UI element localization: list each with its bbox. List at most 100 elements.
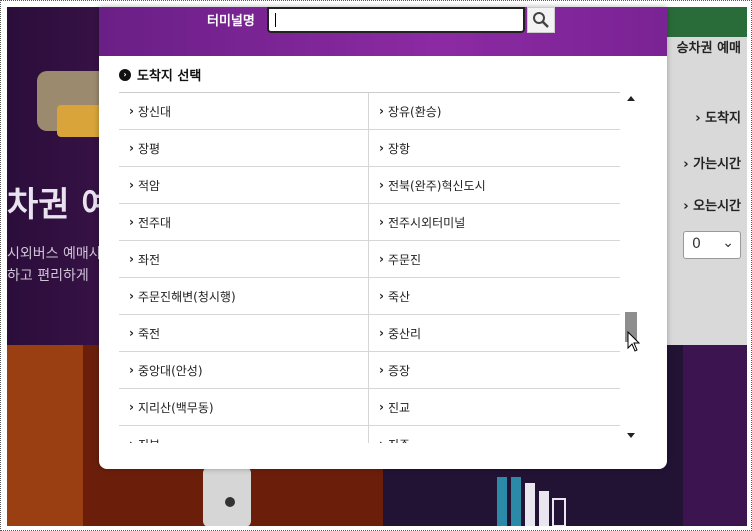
tab-return-time-label: 오는시간 [693,199,741,214]
destination-item[interactable]: › 죽전 [119,315,369,351]
chevron-right-icon: › [379,104,384,118]
destination-modal: 터미널명 › 도착지 선택 › 장신대 › 장유(환승) › 장평 › 장항 ›… [99,7,667,469]
chevron-right-icon: › [379,178,384,192]
destination-item[interactable]: › 장신대 [119,93,369,129]
section-title-text: 도착지 선택 [137,69,202,84]
destination-item[interactable]: › 죽산 [369,278,619,314]
scroll-down-arrow-icon[interactable] [627,433,635,438]
section-title: › 도착지 선택 [119,65,201,84]
search-label: 터미널명 [207,14,255,29]
chevron-right-icon: › [129,289,134,303]
destination-item[interactable]: › 장평 [119,130,369,166]
destination-item[interactable]: › 전주대 [119,204,369,240]
destination-label: 죽산 [387,289,411,304]
destination-label: 좌전 [137,252,161,267]
destination-item[interactable]: › 진주 [369,426,619,443]
chevron-right-icon: › [379,437,384,443]
destination-label: 주문진 [387,252,422,267]
destination-label: 전북(완주)혁신도시 [387,178,486,193]
destination-item[interactable]: › 장항 [369,130,619,166]
chevron-right-icon: › [129,363,134,377]
list-scrollbar[interactable] [623,92,639,442]
destination-item[interactable]: › 전북(완주)혁신도시 [369,167,619,203]
list-row: › 죽전 › 중산리 [119,315,620,352]
destination-label: 진교 [387,400,411,415]
destination-item[interactable]: › 진부 [119,426,369,443]
destination-label: 진부 [138,436,160,444]
destination-label: 장항 [387,141,411,156]
tab-depart-time-label: 가는시간 [693,157,741,172]
scroll-up-arrow-icon[interactable] [627,96,635,101]
text-caret [275,13,276,27]
chevron-right-icon: › [129,400,134,414]
list-row: › 지리산(백무동) › 진교 [119,389,620,426]
destination-label: 죽전 [137,326,161,341]
destination-item[interactable]: › 장유(환승) [369,93,619,129]
hero-subtitle-1: 시외버스 예매사 [7,246,102,262]
destination-label: 증장 [387,363,411,378]
chevron-right-icon: › [129,215,134,229]
modal-header: 터미널명 [99,7,667,56]
tab-return-time[interactable]: › 오는시간 [667,195,747,214]
list-row: › 장신대 › 장유(환승) [119,93,620,130]
search-button[interactable] [527,7,555,33]
destination-label: 전주시외터미널 [387,215,466,230]
chevron-right-icon: › [683,199,694,214]
destination-item[interactable]: › 전주시외터미널 [369,204,619,240]
terminal-search-input[interactable] [267,7,525,33]
tab-destination-label: 도착지 [705,111,741,126]
destination-label: 진주 [388,436,410,444]
chevron-right-icon: › [683,157,694,172]
chevron-right-icon: › [379,289,384,303]
passenger-count-select[interactable]: 0 ⌄ [683,231,741,259]
chevron-down-icon: ⌄ [722,235,734,251]
destination-item[interactable]: › 중앙대(안성) [119,352,369,388]
destination-label: 주문진해변(청시행) [137,289,236,304]
building-icon [497,477,566,526]
list-row: › 좌전 › 주문진 [119,241,620,278]
chevron-right-icon: › [129,141,134,155]
destination-item[interactable]: › 주문진 [369,241,619,277]
chevron-right-icon: › [129,437,134,443]
tab-destination[interactable]: › 도착지 [667,107,747,126]
chevron-right-icon: › [379,326,384,340]
list-row: › 진부 › 진주 [119,426,620,443]
chevron-right-icon: › [129,178,134,192]
destination-item[interactable]: › 중산리 [369,315,619,351]
banner-right [683,345,747,526]
destination-item[interactable]: › 적암 [119,167,369,203]
chevron-right-icon: › [695,111,706,126]
destination-item[interactable]: › 지리산(백무동) [119,389,369,425]
destination-item[interactable]: › 진교 [369,389,619,425]
destination-label: 장신대 [137,104,172,119]
tab-depart-time[interactable]: › 가는시간 [667,153,747,172]
banner-left [7,345,83,526]
destination-item[interactable]: › 좌전 [119,241,369,277]
destination-list[interactable]: › 장신대 › 장유(환승) › 장평 › 장항 › 적암 › 전북(완주)혁신도시 › 전주… [119,92,620,443]
destination-item[interactable]: › 증장 [369,352,619,388]
chevron-right-icon: › [129,326,134,340]
destination-label: 지리산(백무동) [137,400,214,415]
chevron-circle-icon: › [119,68,131,81]
destination-label: 중앙대(안성) [137,363,203,378]
chevron-right-icon: › [379,363,384,377]
top-green-bar [667,7,747,39]
destination-label: 중산리 [387,326,422,341]
chevron-right-icon: › [379,252,384,266]
chevron-right-icon: › [379,141,384,155]
tab-ticket-booking[interactable]: 승차권 예매 [667,37,747,56]
destination-label: 장평 [137,141,161,156]
list-row: › 전주대 › 전주시외터미널 [119,204,620,241]
chevron-right-icon: › [129,104,134,118]
destination-item[interactable]: › 주문진해변(청시행) [119,278,369,314]
booking-panel [667,37,747,345]
destination-label: 장유(환승) [387,104,442,119]
select-value: 0 [692,236,701,252]
destination-label: 전주대 [137,215,172,230]
hero-subtitle-2: 하고 편리하게 [7,268,89,284]
window-frame: 차권 예 시외버스 예매사 하고 편리하게 승차권 예매 › 도착지 › 가는시… [0,0,752,531]
phone-button-icon [225,497,235,507]
search-icon [533,12,549,28]
hero-title: 차권 예 [7,185,113,225]
chevron-right-icon: › [129,252,134,266]
